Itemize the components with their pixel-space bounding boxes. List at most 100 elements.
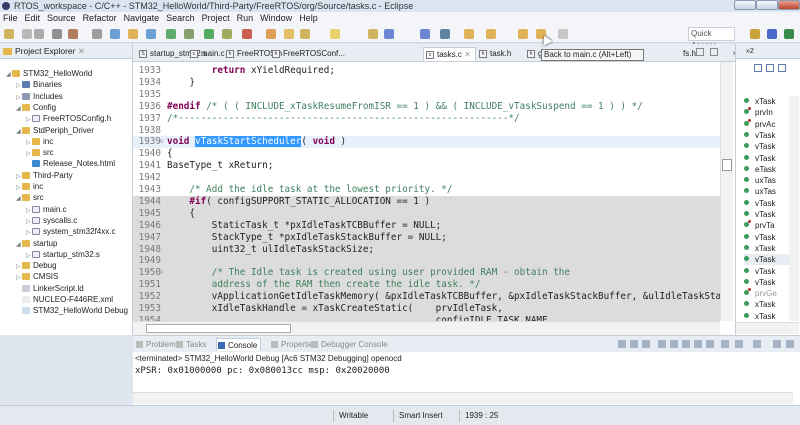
tree-item[interactable]: ▷ inc [16,181,43,192]
toolbar-button-icon[interactable] [300,29,310,39]
tab-console[interactable]: Console [216,338,262,351]
tree-item[interactable]: LinkerScript.ld [16,283,84,294]
tree-item[interactable]: ◢ STM32_HelloWorld [6,68,92,79]
tree-item[interactable]: ▷ startup_stm32.s [26,249,100,260]
code-line[interactable]: 1936 #endif /* ( ( INCLUDE_xTaskResumeFro… [133,101,720,113]
toolbar-button-icon[interactable] [52,29,62,39]
scroll-thumb[interactable] [146,324,291,333]
toolbar-button-icon[interactable] [68,29,78,39]
code-line[interactable]: 1937 /*----------------------------------… [133,113,720,125]
maximize-icon[interactable] [786,340,794,348]
show-stdout-icon[interactable] [694,340,702,348]
fold-icon[interactable]: ⊖ [160,267,164,279]
scroll-thumb[interactable] [722,159,732,171]
toolbar-button-icon[interactable] [440,29,450,39]
outline-item[interactable]: xTask [744,311,789,322]
outline-item[interactable]: vTask [744,266,789,277]
tree-item[interactable]: ◢ startup [16,238,57,249]
code-line[interactable]: 1945 { [133,207,720,220]
menu-file[interactable]: File [3,13,18,23]
display-console-icon[interactable] [735,340,743,348]
tree-item[interactable]: NUCLEO-F446RE.xml [16,294,113,305]
outline-item[interactable]: eTask [744,164,789,175]
outline-item[interactable]: vTask [744,141,789,152]
tree-item[interactable]: ◢ StdPeriph_Driver [16,125,94,136]
code-line[interactable]: 1942 [133,172,720,184]
maximize-editor-icon[interactable] [710,48,718,56]
tree-item[interactable]: ▷ FreeRTOSConfig.h [26,113,111,124]
tree-item[interactable]: ◢ Config [16,102,56,113]
tree-item[interactable]: ▷ Third-Party [16,170,73,181]
word-wrap-icon[interactable] [682,340,690,348]
tree-item[interactable]: ▷ main.c [26,204,67,215]
menu-source[interactable]: Source [47,13,76,23]
toolbar-button-icon[interactable] [166,29,176,39]
minimize-button[interactable] [734,0,756,10]
code-line[interactable]: 1934 } [133,77,720,89]
toolbar-button-icon[interactable] [330,29,340,39]
code-line[interactable]: 1943 /* Add the idle task at the lowest … [133,184,720,196]
scroll-lock-icon[interactable] [670,340,678,348]
toolbar-button-icon[interactable] [284,29,294,39]
outline-scrollbar[interactable] [789,96,799,321]
outline-item[interactable]: vTask [744,209,789,220]
outline-item[interactable]: uxTas [744,186,789,197]
outline-item[interactable]: xTask [744,243,789,254]
menu-search[interactable]: Search [166,13,195,23]
pin-console-icon[interactable] [721,340,729,348]
outline-item[interactable]: xTask [744,96,789,107]
tab-tasks-c[interactable]: c tasks.c ✕ [423,47,476,61]
tree-item[interactable]: ▷ Debug [16,260,57,271]
code-line[interactable]: 1947 StackType_t *pxIdleTaskStackBuffer … [133,231,720,244]
outline-item[interactable]: prvTa [744,220,789,231]
toolbar-button-icon[interactable] [420,29,430,39]
code-line[interactable]: 1933 return xYieldRequired; [133,65,720,77]
open-console-icon[interactable] [753,340,761,348]
code-line[interactable]: 1941 BaseType_t xReturn; [133,160,720,172]
outline-item[interactable]: vTask [744,277,789,288]
outline-item[interactable]: vTask [744,198,789,209]
vertical-scrollbar[interactable] [720,62,733,321]
toolbar-button-icon[interactable] [486,29,496,39]
toolbar-button-icon[interactable] [558,29,568,39]
tree-item[interactable]: ▷ Includes [16,91,63,102]
toolbar-button-icon[interactable] [242,29,252,39]
menu-run[interactable]: Run [237,13,254,23]
quick-access-input[interactable]: Quick Access [688,27,735,50]
tab-main-c[interactable]: c main.c [188,47,225,61]
code-line[interactable]: 1935 [133,89,720,101]
remove-all-icon[interactable] [642,340,650,348]
code-line[interactable]: 1938 [133,125,720,137]
code-line[interactable]: 1950 ⊖ /* The Idle task is created using … [133,267,720,280]
menu-navigate[interactable]: Navigate [124,13,160,23]
tab-outline[interactable]: »2 [736,44,800,59]
tree-item[interactable]: ▷ inc [26,136,53,147]
sort-icon[interactable] [766,64,774,72]
outline-item[interactable]: prvIn [744,107,789,118]
collapse-all-icon[interactable] [754,64,762,72]
tree-item[interactable]: ◢ src [16,192,44,203]
code-line[interactable]: 1949 [133,255,720,268]
code-line[interactable]: 1951 address of the RAM then create the … [133,279,720,292]
toolbar-button-icon[interactable] [146,29,156,39]
minimize-icon[interactable] [773,340,781,348]
code-line[interactable]: 1939 ⊖ void vTaskStartScheduler( void ) [133,136,720,149]
toolbar-button-icon[interactable] [34,29,44,39]
code-line[interactable]: 1946 StaticTask_t *pxIdleTaskTCBBuffer =… [133,219,720,232]
perspective-icon[interactable] [784,29,794,39]
outline-item[interactable]: vTask [744,153,789,164]
code-line[interactable]: 1944 #if( configSUPPORT_STATIC_ALLOCATIO… [133,195,720,208]
outline-item[interactable]: xTask [744,299,789,310]
tab-freertosconf-[interactable]: h FreeRTOSConf... [270,47,345,61]
perspective-icon[interactable] [750,29,760,39]
code-line[interactable]: 1948 uint32_t ulIdleTaskStackSize; [133,243,720,256]
tree-item[interactable]: Release_Notes.html [26,158,115,169]
tree-item[interactable]: ▷ Binaries [16,79,62,90]
perspective-icon[interactable] [767,29,777,39]
menu-window[interactable]: Window [260,13,292,23]
toolbar-button-icon[interactable] [518,29,528,39]
tree-item[interactable]: ▷ CMSIS [16,271,58,282]
code-area[interactable]: 1933 return xYieldRequired; 1934 } 1935 193… [133,62,720,321]
menu-help[interactable]: Help [299,13,318,23]
toolbar-button-icon[interactable] [184,29,194,39]
